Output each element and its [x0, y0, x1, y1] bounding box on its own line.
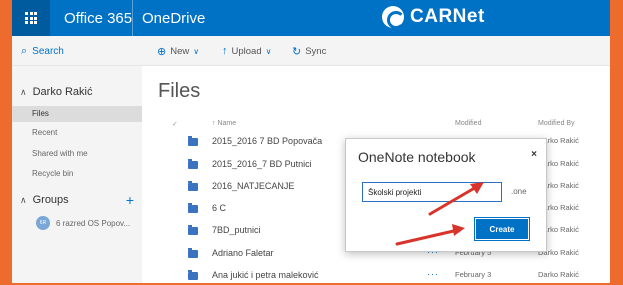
sync-button[interactable]: ↻ Sync — [292, 36, 326, 66]
search-box[interactable]: ⌕ Search — [12, 36, 142, 66]
group-label: 6 razred OS Popov... — [56, 218, 131, 228]
file-name[interactable]: 7BD_putnici — [212, 225, 261, 235]
add-group-icon[interactable]: + — [126, 192, 134, 208]
office-365-title[interactable]: Office 365 — [64, 10, 132, 27]
command-bar: ⌕ Search ⊕ New ∨ ↑ Upload ∨ ↻ Sync — [12, 36, 610, 66]
upload-label: Upload — [231, 45, 262, 57]
nav-user-header[interactable]: ∧ Darko Rakić — [20, 86, 93, 98]
new-label: New — [170, 45, 190, 57]
nav-group-item[interactable]: 6R 6 razred OS Popov... — [36, 216, 130, 230]
folder-icon — [188, 225, 198, 235]
search-icon: ⌕ — [21, 44, 28, 57]
waffle-icon — [25, 12, 37, 24]
file-name[interactable]: Adriano Faletar — [212, 248, 274, 258]
upload-button[interactable]: ↑ Upload ∨ — [222, 36, 271, 66]
chevron-up-icon: ∧ — [20, 194, 27, 205]
close-icon[interactable]: × — [531, 149, 537, 160]
file-modified: February 3 — [455, 270, 492, 279]
nav-groups-label: Groups — [32, 194, 69, 206]
file-name[interactable]: 2015_2016 7 BD Popovača — [212, 136, 322, 146]
page-title: Files — [158, 80, 201, 102]
nav-groups-header[interactable]: ∧ Groups + — [20, 192, 138, 208]
dialog-title: OneNote notebook — [358, 149, 476, 165]
chevron-down-icon: ∨ — [193, 46, 200, 56]
app-launcher-button[interactable] — [12, 0, 50, 36]
folder-icon — [188, 181, 198, 191]
sync-label: Sync — [305, 45, 327, 57]
group-avatar: 6R — [36, 216, 50, 230]
onedrive-window: Office 365 OneDrive CARNet ⌕ Search ⊕ Ne… — [12, 0, 610, 283]
folder-icon — [188, 270, 198, 280]
folder-icon — [188, 203, 198, 213]
suite-bar: Office 365 OneDrive CARNet — [12, 0, 610, 36]
new-button[interactable]: ⊕ New ∨ — [157, 36, 199, 66]
search-label: Search — [32, 45, 64, 57]
carnet-brand-name: CARNet — [410, 6, 485, 27]
create-button[interactable]: Create — [476, 219, 528, 239]
carnet-brand: CARNet — [382, 6, 485, 29]
nav-item-shared[interactable]: Shared with me — [12, 146, 142, 162]
folder-icon — [188, 248, 198, 258]
upload-icon: ↑ — [222, 45, 228, 57]
sync-icon: ↻ — [292, 45, 302, 58]
carnet-logo-icon — [382, 6, 405, 29]
onenote-notebook-dialog: OneNote notebook × .one Create — [345, 138, 547, 252]
file-extension-label: .one — [511, 187, 527, 196]
nav-item-files[interactable]: Files — [12, 106, 142, 122]
suite-divider — [132, 0, 133, 36]
folder-icon — [188, 159, 198, 169]
file-name[interactable]: Ana jukić i petra maleković — [212, 270, 319, 280]
onedrive-title[interactable]: OneDrive — [142, 10, 205, 27]
file-name[interactable]: 6 C — [212, 203, 226, 213]
chevron-down-icon: ∨ — [265, 46, 272, 56]
nav-item-recent[interactable]: Recent — [12, 125, 142, 141]
plus-circle-icon: ⊕ — [157, 45, 167, 58]
file-name[interactable]: 2015_2016_7 BD Putnici — [212, 159, 312, 169]
file-name[interactable]: 2016_NATJECANJE — [212, 181, 294, 191]
chevron-up-icon: ∧ — [20, 86, 27, 97]
nav-user-name: Darko Rakić — [32, 86, 93, 98]
column-header-modified-by[interactable]: Modified By — [538, 120, 575, 127]
column-header-modified[interactable]: Modified — [455, 120, 481, 127]
folder-icon — [188, 136, 198, 146]
nav-item-recycle-bin[interactable]: Recycle bin — [12, 166, 142, 182]
notebook-name-input[interactable] — [362, 182, 502, 202]
left-navigation: ∧ Darko Rakić Files Recent Shared with m… — [12, 66, 142, 283]
table-row[interactable]: Ana jukić i petra maleković ··· February 3… — [142, 266, 610, 283]
file-modified-by: Darko Rakić — [538, 270, 579, 279]
select-all-checkbox[interactable]: ✓ — [172, 120, 178, 128]
column-header-name[interactable]: ↑ Name — [212, 120, 236, 127]
more-actions-icon[interactable]: ··· — [427, 269, 439, 279]
